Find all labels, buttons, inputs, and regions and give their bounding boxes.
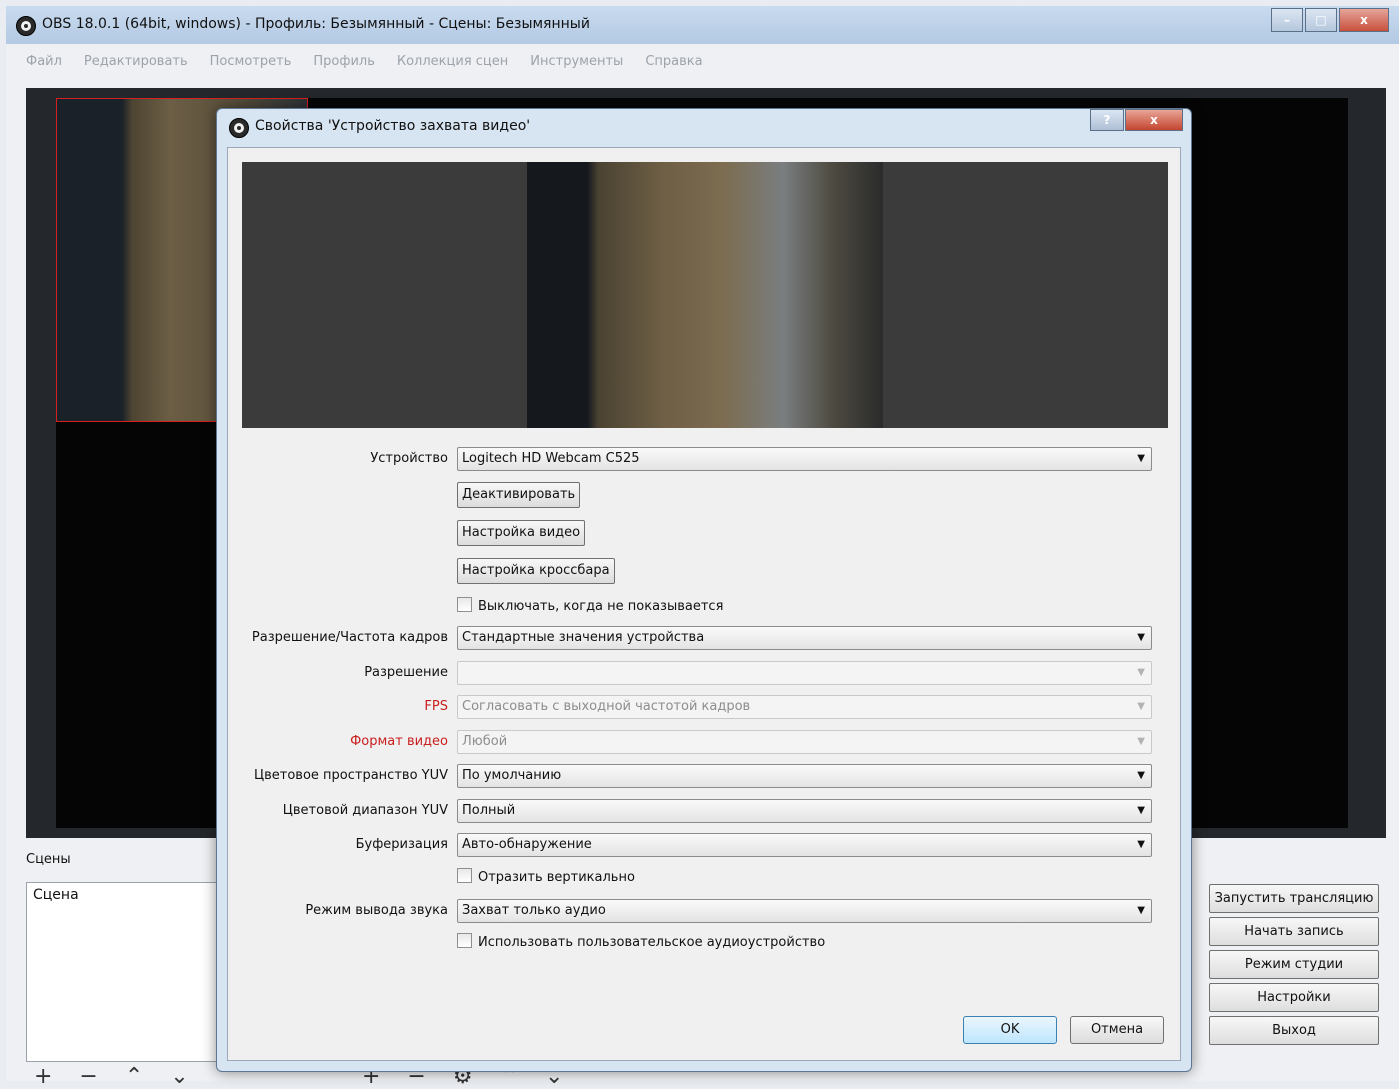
checkbox-box[interactable]: [457, 933, 472, 948]
menu-help[interactable]: Справка: [645, 50, 702, 74]
audio-output-mode-label: Режим вывода звука: [305, 903, 448, 918]
obs-logo-icon: [16, 16, 36, 36]
checkbox-label: Выключать, когда не показывается: [478, 599, 724, 614]
checkbox-box[interactable]: [457, 868, 472, 883]
menu-profile[interactable]: Профиль: [313, 50, 375, 74]
fps-label: FPS: [424, 699, 448, 714]
scenes-label: Сцены: [26, 852, 71, 867]
checkbox-box[interactable]: [457, 597, 472, 612]
scenes-toolbar[interactable]: + − ⌃ ⌄: [34, 1064, 199, 1089]
video-format-label: Формат видео: [350, 734, 448, 749]
help-button[interactable]: ?: [1090, 109, 1124, 131]
checkbox-label: Отразить вертикально: [478, 870, 635, 885]
studio-mode-button[interactable]: Режим студии: [1209, 950, 1379, 979]
buffering-label: Буферизация: [355, 837, 448, 852]
dropdown-arrow-icon: ▼: [1137, 839, 1145, 850]
dialog-window-controls: ? x: [1089, 109, 1183, 131]
properties-dialog: Свойства 'Устройство захвата видео' ? x …: [216, 108, 1192, 1072]
dropdown-arrow-icon: ▼: [1137, 453, 1145, 464]
custom-audio-device-checkbox[interactable]: Использовать пользовательское аудиоустро…: [457, 933, 825, 951]
main-window-controls: – □ x: [1269, 8, 1389, 32]
dropdown-arrow-icon: ▼: [1137, 770, 1145, 781]
capture-preview: [242, 162, 1168, 428]
dropdown-arrow-icon: ▼: [1137, 736, 1145, 747]
audio-output-mode-value: Захват только аудио: [462, 903, 606, 918]
resolution-fps-type-value: Стандартные значения устройства: [462, 630, 705, 645]
ok-button[interactable]: OK: [963, 1016, 1057, 1044]
checkbox-label: Использовать пользовательское аудиоустро…: [478, 935, 826, 950]
resolution-label: Разрешение: [364, 665, 448, 680]
obs-logo-icon: [229, 118, 249, 138]
cancel-button[interactable]: Отмена: [1070, 1016, 1164, 1044]
dialog-titlebar: Свойства 'Устройство захвата видео' ? x: [217, 109, 1191, 145]
yuv-color-range-label: Цветовой диапазон YUV: [282, 803, 448, 818]
video-format-value: Любой: [462, 734, 508, 749]
exit-button[interactable]: Выход: [1209, 1016, 1379, 1045]
fps-value: Согласовать с выходной частотой кадров: [462, 699, 751, 714]
webcam-preview-image: [527, 162, 883, 428]
resolution-select[interactable]: ▼: [457, 661, 1152, 685]
fps-select[interactable]: Согласовать с выходной частотой кадров ▼: [457, 695, 1152, 719]
maximize-button[interactable]: □: [1305, 8, 1337, 32]
buffering-select[interactable]: Авто-обнаружение ▼: [457, 833, 1152, 857]
dropdown-arrow-icon: ▼: [1137, 667, 1145, 678]
yuv-color-range-select[interactable]: Полный ▼: [457, 799, 1152, 823]
deactivate-button[interactable]: Деактивировать: [457, 482, 581, 508]
dropdown-arrow-icon: ▼: [1137, 632, 1145, 643]
audio-output-mode-select[interactable]: Захват только аудио ▼: [457, 899, 1152, 923]
flip-vertical-checkbox[interactable]: Отразить вертикально: [457, 868, 635, 886]
device-value: Logitech HD Webcam C525: [462, 451, 640, 466]
dialog-body: Устройство Logitech HD Webcam C525 ▼ Деа…: [227, 147, 1181, 1061]
resolution-fps-type-select[interactable]: Стандартные значения устройства ▼: [457, 626, 1152, 650]
dropdown-arrow-icon: ▼: [1137, 701, 1145, 712]
crossbar-settings-button[interactable]: Настройка кроссбара: [457, 558, 615, 584]
buffering-value: Авто-обнаружение: [462, 837, 592, 852]
device-label: Устройство: [370, 451, 448, 466]
close-button[interactable]: x: [1339, 8, 1389, 32]
yuv-color-space-value: По умолчанию: [462, 768, 562, 783]
yuv-color-space-label: Цветовое пространство YUV: [254, 768, 448, 783]
resolution-fps-type-label: Разрешение/Частота кадров: [251, 630, 448, 645]
scenes-list: Сцена: [26, 882, 228, 1062]
menu-bar: Файл Редактировать Посмотреть Профиль Ко…: [6, 50, 1399, 74]
menu-scene-collection[interactable]: Коллекция сцен: [397, 50, 508, 74]
start-recording-button[interactable]: Начать запись: [1209, 917, 1379, 946]
device-select[interactable]: Logitech HD Webcam C525 ▼: [457, 447, 1152, 471]
dialog-title: Свойства 'Устройство захвата видео': [255, 118, 531, 134]
dropdown-arrow-icon: ▼: [1137, 905, 1145, 916]
main-window-title: OBS 18.0.1 (64bit, windows) - Профиль: Б…: [42, 16, 590, 32]
dropdown-arrow-icon: ▼: [1137, 805, 1145, 816]
menu-file[interactable]: Файл: [26, 50, 62, 74]
dialog-close-button[interactable]: x: [1125, 109, 1183, 131]
yuv-color-space-select[interactable]: По умолчанию ▼: [457, 764, 1152, 788]
start-streaming-button[interactable]: Запустить трансляцию: [1209, 884, 1379, 913]
deactivate-when-hidden-checkbox[interactable]: Выключать, когда не показывается: [457, 597, 723, 615]
menu-tools[interactable]: Инструменты: [530, 50, 623, 74]
video-settings-button[interactable]: Настройка видео: [457, 520, 586, 546]
video-format-select[interactable]: Любой ▼: [457, 730, 1152, 754]
minimize-button[interactable]: –: [1271, 8, 1303, 32]
menu-view[interactable]: Посмотреть: [210, 50, 292, 74]
menu-edit[interactable]: Редактировать: [84, 50, 188, 74]
scene-item[interactable]: Сцена: [33, 887, 79, 903]
main-titlebar: OBS 18.0.1 (64bit, windows) - Профиль: Б…: [6, 6, 1399, 44]
settings-button[interactable]: Настройки: [1209, 983, 1379, 1012]
yuv-color-range-value: Полный: [462, 803, 516, 818]
